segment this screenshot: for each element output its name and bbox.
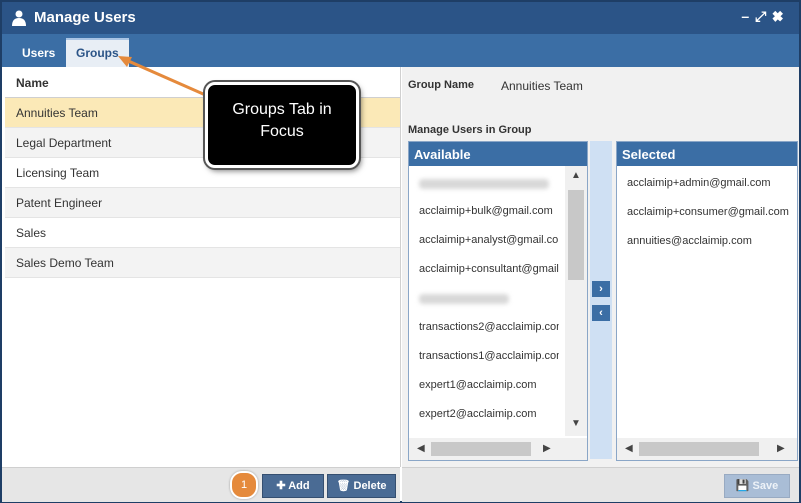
title-bar: Manage Users –⤢✖ — [2, 2, 799, 34]
scroll-right-icon[interactable]: ▶ — [543, 443, 551, 454]
move-right-button[interactable]: › — [592, 281, 610, 297]
list-item-label: Annuities Team — [16, 106, 98, 120]
delete-group-button[interactable]: 🗑 Delete — [327, 474, 396, 498]
step-badge: 1 — [230, 471, 258, 499]
list-item[interactable]: Sales Demo Team — [5, 248, 400, 278]
close-icon[interactable]: ✖ — [772, 8, 789, 24]
floppy-icon: 💾 — [735, 480, 750, 492]
save-label: Save — [752, 480, 779, 492]
available-header: Available — [409, 142, 587, 166]
list-item[interactable]: acclaimip+analyst@gmail.com — [419, 234, 559, 246]
move-buttons-column: › ‹ — [590, 141, 612, 459]
list-item[interactable]: acclaimip+admin@gmail.com — [627, 177, 795, 189]
scroll-left-icon[interactable]: ◀ — [625, 443, 633, 454]
list-item-label: Legal Department — [16, 136, 112, 150]
delete-label: Delete — [353, 480, 387, 492]
callout-box: Groups Tab in Focus — [205, 82, 359, 168]
scroll-thumb[interactable] — [568, 190, 584, 280]
left-footer: ✚ Add 🗑 Delete — [2, 467, 400, 502]
callout-text: Groups Tab in Focus — [208, 99, 356, 143]
content-area: Name Annuities Team Legal Department Lic… — [2, 67, 799, 502]
list-item[interactable]: annuities@acclaimip.com — [627, 235, 795, 247]
selected-header: Selected — [617, 142, 797, 166]
user-icon — [12, 10, 26, 26]
trash-icon: 🗑 — [336, 480, 351, 492]
scroll-thumb[interactable] — [639, 442, 759, 456]
selected-header-label: Selected — [622, 147, 676, 162]
scroll-up-icon[interactable]: ▲ — [571, 170, 581, 181]
available-header-label: Available — [414, 147, 471, 162]
tab-bar: Users Groups — [2, 34, 799, 69]
scroll-left-icon[interactable]: ◀ — [417, 443, 425, 454]
scroll-right-icon[interactable]: ▶ — [777, 443, 785, 454]
callout-line-1: Groups Tab in — [232, 101, 332, 118]
group-name-label: Group Name — [408, 79, 475, 91]
move-left-button[interactable]: ‹ — [592, 305, 610, 321]
list-item-label: Sales Demo Team — [16, 256, 114, 270]
list-item-label: Sales — [16, 226, 47, 240]
window-controls[interactable]: –⤢✖ — [741, 8, 789, 25]
scroll-thumb[interactable] — [431, 442, 531, 456]
list-item-label: Licensing Team — [16, 166, 100, 180]
name-column-header: Name — [16, 76, 49, 90]
redacted-email — [419, 294, 509, 304]
list-item[interactable]: acclaimip+bulk@gmail.com — [419, 205, 559, 217]
minimize-icon[interactable]: – — [741, 8, 755, 24]
group-name-value: Annuities Team — [501, 79, 583, 93]
list-item[interactable]: acclaimip+consultant@gmail.com — [419, 263, 559, 275]
group-detail-pane: Group Name Annuities Team Manage Users i… — [402, 67, 799, 502]
callout-line-2: Focus — [260, 123, 304, 140]
list-item[interactable]: Sales — [5, 218, 400, 248]
list-item[interactable]: Patent Engineer — [5, 188, 400, 218]
window-title: Manage Users — [34, 9, 136, 26]
maximize-icon[interactable]: ⤢ — [755, 8, 772, 24]
save-button[interactable]: 💾 Save — [724, 474, 790, 498]
list-item[interactable]: transactions2@acclaimip.com — [419, 321, 559, 333]
available-users-box: Available acclaimip+bulk@gmail.com accla… — [408, 141, 588, 461]
horizontal-scrollbar[interactable]: ◀ ▶ — [617, 438, 797, 460]
horizontal-scrollbar[interactable]: ◀ ▶ — [409, 438, 587, 460]
right-footer: 💾 Save — [402, 467, 799, 502]
scroll-down-icon[interactable]: ▼ — [571, 418, 581, 429]
redacted-email — [419, 179, 549, 189]
vertical-scrollbar[interactable]: ▲ ▼ — [565, 166, 587, 436]
list-item[interactable]: acclaimip+consumer@gmail.com — [627, 206, 795, 218]
list-item[interactable]: expert1@acclaimip.com — [419, 379, 559, 391]
manage-users-window: Manage Users –⤢✖ Users Groups Name Annui… — [0, 0, 801, 503]
add-group-button[interactable]: ✚ Add — [262, 474, 324, 498]
selected-users-box: Selected acclaimip+admin@gmail.com accla… — [616, 141, 798, 461]
list-item[interactable]: transactions1@acclaimip.com — [419, 350, 559, 362]
tab-groups[interactable]: Groups — [66, 38, 129, 69]
add-label: Add — [288, 480, 310, 492]
tab-users[interactable]: Users — [12, 40, 65, 67]
list-item[interactable]: expert2@acclaimip.com — [419, 408, 559, 420]
list-item-label: Patent Engineer — [16, 196, 103, 210]
manage-users-label: Manage Users in Group — [408, 124, 532, 136]
